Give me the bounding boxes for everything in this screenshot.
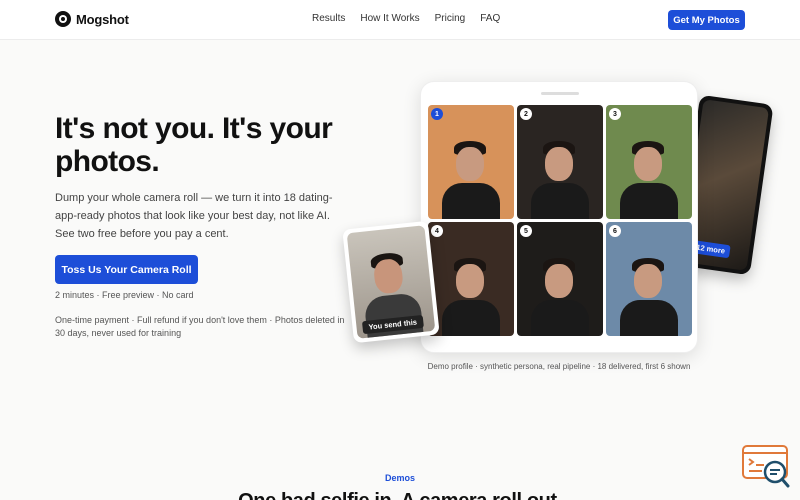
person-face (545, 147, 573, 181)
top-nav: Mogshot Results How It Works Pricing FAQ… (0, 0, 800, 40)
input-selfie-card: You send this (342, 220, 440, 344)
hero-title: It's not you. It's your photos. (55, 112, 333, 178)
brand-logo[interactable]: Mogshot (55, 11, 129, 27)
phone-notch (541, 92, 579, 95)
result-photo[interactable]: 2 (517, 105, 603, 219)
person-body (531, 300, 589, 336)
photo-number-badge: 5 (520, 225, 532, 237)
person-body (531, 183, 589, 219)
hero-meta: 2 minutes · Free preview · No card (55, 290, 194, 300)
result-photo[interactable]: 6 (606, 222, 692, 336)
nav-links: Results How It Works Pricing FAQ (312, 13, 515, 24)
nav-link-faq[interactable]: FAQ (480, 13, 500, 24)
person-face (634, 147, 662, 181)
photo-number-badge: 1 (431, 108, 443, 120)
hero-subtitle: Dump your whole camera roll — we turn it… (55, 192, 333, 240)
photo-number-badge: 2 (520, 108, 532, 120)
person-body (620, 300, 678, 336)
person-body (620, 183, 678, 219)
result-photo[interactable]: 3 (606, 105, 692, 219)
photo-number-badge: 6 (609, 225, 621, 237)
photo-number-badge: 4 (431, 225, 443, 237)
person-face (545, 264, 573, 298)
brand-name: Mogshot (76, 11, 129, 27)
camera-lens-icon (55, 11, 71, 27)
result-photo[interactable]: 5 (517, 222, 603, 336)
hero-guarantee: One-time payment · Full refund if you do… (55, 315, 345, 338)
upload-camera-roll-button[interactable]: Toss Us Your Camera Roll (55, 255, 198, 284)
demos-tag: Demos (384, 473, 415, 483)
person-body (442, 300, 500, 336)
photo-number-badge: 3 (609, 108, 621, 120)
nav-link-pricing[interactable]: Pricing (435, 13, 466, 24)
person-face (634, 264, 662, 298)
get-my-photos-button[interactable]: Get My Photos (668, 10, 745, 30)
person-face (456, 264, 484, 298)
phone-mockup: 1 2 3 4 5 6 (420, 81, 698, 353)
nav-link-how-it-works[interactable]: How It Works (360, 13, 419, 24)
chat-widget-icon[interactable] (742, 445, 790, 489)
nav-link-results[interactable]: Results (312, 13, 345, 24)
person-face (456, 147, 484, 181)
result-photo[interactable]: 1 (428, 105, 514, 219)
result-photo[interactable]: 4 (428, 222, 514, 336)
demos-title: One bad selfie in. A camera roll out. (0, 490, 800, 500)
showcase-caption: Demo profile · synthetic persona, real p… (427, 362, 691, 371)
person-body (442, 183, 500, 219)
